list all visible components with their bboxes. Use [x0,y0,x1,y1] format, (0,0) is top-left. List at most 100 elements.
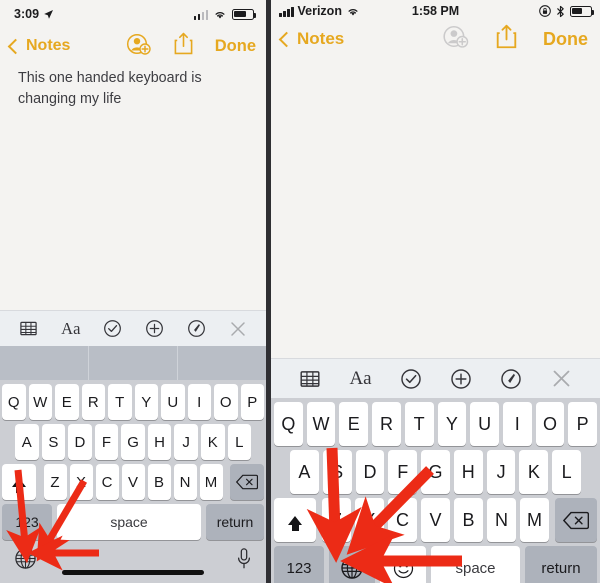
text-format-icon[interactable]: Aa [61,319,80,339]
share-icon[interactable] [174,32,193,60]
numbers-key[interactable]: 123 [2,504,52,540]
globe-key[interactable] [329,546,375,583]
key-i[interactable]: I [187,384,211,420]
text-format-icon[interactable]: Aa [349,368,371,390]
key-v[interactable]: V [121,464,145,500]
key-k[interactable]: K [519,450,549,494]
close-icon[interactable] [551,368,572,389]
shift-key[interactable] [2,464,36,500]
cellular-signal-icon [193,9,208,20]
key-j[interactable]: J [486,450,516,494]
key-t[interactable]: T [108,384,132,420]
table-icon[interactable] [299,368,321,390]
key-n[interactable]: N [487,498,516,542]
delete-key[interactable] [230,464,264,500]
delete-key[interactable] [555,498,597,542]
return-key[interactable]: return [525,546,597,583]
prediction-slot[interactable] [0,346,88,380]
back-to-notes-button[interactable]: Notes [7,37,70,55]
key-y[interactable]: Y [134,384,158,420]
key-q[interactable]: Q [274,402,303,446]
key-m[interactable]: M [199,464,223,500]
shift-key[interactable] [274,498,316,542]
key-w[interactable]: W [28,384,52,420]
key-b[interactable]: B [147,464,171,500]
key-u[interactable]: U [470,402,499,446]
key-h[interactable]: H [453,450,483,494]
key-r[interactable]: R [81,384,105,420]
prediction-slot[interactable] [88,346,177,380]
key-a[interactable]: A [290,450,319,494]
key-t[interactable]: T [404,402,434,446]
markup-pen-icon[interactable] [500,368,522,390]
prediction-slot[interactable] [177,346,266,380]
table-icon[interactable] [19,319,38,338]
screenshot-stage: 3:09 Notes Done This one handed keyboard… [0,0,600,583]
space-key[interactable]: space [57,504,201,540]
key-d[interactable]: D [355,450,385,494]
keyboard-row-3: ZXCVBNM [0,464,266,500]
key-h[interactable]: H [147,424,172,460]
key-c[interactable]: C [388,498,417,542]
key-d[interactable]: D [68,424,92,460]
close-icon[interactable] [229,320,247,338]
right-keyboard-toolbar: Aa [271,358,600,398]
return-key[interactable]: return [206,504,264,540]
key-o[interactable]: O [535,402,565,446]
key-l[interactable]: L [552,450,582,494]
emoji-key[interactable] [380,546,426,583]
checklist-icon[interactable] [103,319,122,338]
globe-icon[interactable] [14,547,37,575]
key-x[interactable]: X [355,498,384,542]
key-a[interactable]: A [15,424,39,460]
key-p[interactable]: P [240,384,264,420]
key-g[interactable]: G [121,424,145,460]
key-u[interactable]: U [161,384,185,420]
key-o[interactable]: O [214,384,238,420]
key-z[interactable]: Z [322,498,351,542]
add-attachment-icon[interactable] [145,319,164,338]
key-w[interactable]: W [306,402,336,446]
keyboard-row-4: 123 space return [271,546,600,583]
keyboard-row-4: 123 space return [0,504,266,540]
key-s[interactable]: S [322,450,352,494]
key-p[interactable]: P [568,402,598,446]
add-attachment-icon[interactable] [450,368,472,390]
key-c[interactable]: C [95,464,119,500]
space-key[interactable]: space [431,546,520,583]
key-m[interactable]: M [520,498,549,542]
key-e[interactable]: E [55,384,79,420]
add-person-icon [442,25,470,53]
left-note-text[interactable]: This one handed keyboard is changing my … [18,68,248,109]
key-e[interactable]: E [339,402,369,446]
delete-backspace-icon [563,511,589,529]
left-phone-panel: 3:09 Notes Done This one handed keyboard… [0,0,266,583]
key-y[interactable]: Y [437,402,467,446]
key-v[interactable]: V [421,498,450,542]
add-person-icon[interactable] [126,33,152,60]
key-x[interactable]: X [69,464,93,500]
right-status-bar: Verizon 1:58 PM [271,0,600,22]
share-icon[interactable] [496,24,517,54]
key-l[interactable]: L [227,424,252,460]
microphone-icon[interactable] [236,547,252,575]
key-i[interactable]: I [502,402,532,446]
key-q[interactable]: Q [2,384,26,420]
key-s[interactable]: S [41,424,66,460]
markup-pen-icon[interactable] [187,319,206,338]
back-to-notes-button[interactable]: Notes [278,29,344,49]
key-r[interactable]: R [372,402,401,446]
key-z[interactable]: Z [43,464,67,500]
key-j[interactable]: J [174,424,198,460]
done-button[interactable]: Done [543,29,588,50]
key-g[interactable]: G [421,450,450,494]
key-k[interactable]: K [200,424,225,460]
numbers-key[interactable]: 123 [274,546,324,583]
rotation-lock-icon [539,5,551,17]
key-n[interactable]: N [173,464,197,500]
key-f[interactable]: F [388,450,418,494]
checklist-icon[interactable] [400,368,422,390]
key-f[interactable]: F [94,424,119,460]
done-button[interactable]: Done [215,37,256,56]
key-b[interactable]: B [454,498,483,542]
